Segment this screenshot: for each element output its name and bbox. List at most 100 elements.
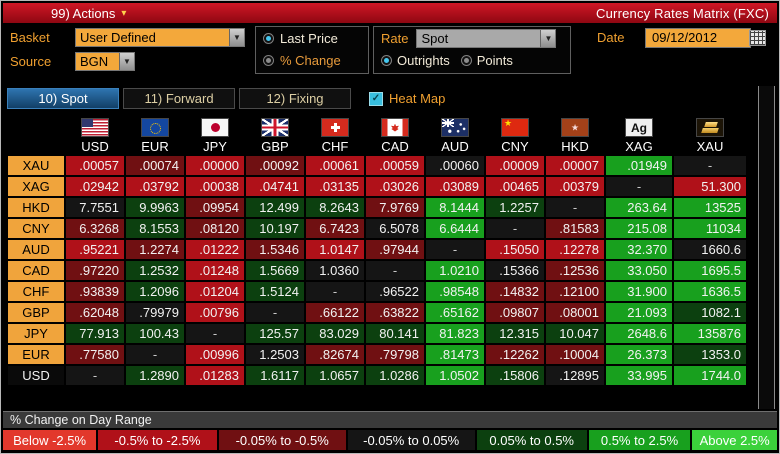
- matrix-cell[interactable]: 1082.1: [674, 303, 746, 322]
- matrix-cell[interactable]: 21.093: [606, 303, 672, 322]
- matrix-cell[interactable]: -: [246, 303, 304, 322]
- matrix-cell[interactable]: .04741: [246, 177, 304, 196]
- radio-selected-icon[interactable]: [381, 54, 392, 66]
- matrix-cell[interactable]: .81473: [426, 345, 484, 364]
- row-label-chf[interactable]: CHF: [8, 282, 64, 301]
- matrix-cell[interactable]: .82674: [306, 345, 364, 364]
- row-label-xau[interactable]: XAU: [8, 156, 64, 175]
- column-header-xau[interactable]: XAU: [674, 114, 746, 154]
- matrix-cell[interactable]: 31.900: [606, 282, 672, 301]
- matrix-cell[interactable]: .79979: [126, 303, 184, 322]
- matrix-cell[interactable]: 125.57: [246, 324, 304, 343]
- matrix-cell[interactable]: 8.1444: [426, 198, 484, 217]
- source-dropdown[interactable]: BGN ▼: [75, 52, 135, 71]
- matrix-cell[interactable]: 263.64: [606, 198, 672, 217]
- matrix-cell[interactable]: 1695.5: [674, 261, 746, 280]
- column-header-hkd[interactable]: ★ HKD: [546, 114, 604, 154]
- matrix-cell[interactable]: 10.047: [546, 324, 604, 343]
- matrix-cell[interactable]: .00465: [486, 177, 544, 196]
- matrix-cell[interactable]: .15050: [486, 240, 544, 259]
- matrix-cell[interactable]: .96522: [366, 282, 424, 301]
- matrix-cell[interactable]: .01283: [186, 366, 244, 385]
- matrix-cell[interactable]: .12262: [486, 345, 544, 364]
- matrix-cell[interactable]: 80.141: [366, 324, 424, 343]
- matrix-cell[interactable]: 9.9963: [126, 198, 184, 217]
- matrix-cell[interactable]: 1.0360: [306, 261, 364, 280]
- matrix-cell[interactable]: .08120: [186, 219, 244, 238]
- matrix-cell[interactable]: .00060: [426, 156, 484, 175]
- row-label-hkd[interactable]: HKD: [8, 198, 64, 217]
- matrix-cell[interactable]: 1.0286: [366, 366, 424, 385]
- matrix-cell[interactable]: 6.5078: [366, 219, 424, 238]
- matrix-cell[interactable]: 135876: [674, 324, 746, 343]
- matrix-cell[interactable]: 10.197: [246, 219, 304, 238]
- matrix-cell[interactable]: .00379: [546, 177, 604, 196]
- matrix-cell[interactable]: .00007: [546, 156, 604, 175]
- last-price-option[interactable]: Last Price: [256, 27, 368, 49]
- tab-forward[interactable]: 11) Forward: [123, 88, 235, 109]
- column-header-usd[interactable]: USD: [66, 114, 124, 154]
- date-input[interactable]: 09/12/2012: [645, 28, 751, 48]
- matrix-cell[interactable]: 11034: [674, 219, 746, 238]
- matrix-cell[interactable]: 12.315: [486, 324, 544, 343]
- matrix-cell[interactable]: 1.2503: [246, 345, 304, 364]
- column-header-xag[interactable]: Ag XAG: [606, 114, 672, 154]
- matrix-cell[interactable]: -: [606, 177, 672, 196]
- matrix-cell[interactable]: 1636.5: [674, 282, 746, 301]
- row-label-usd[interactable]: USD: [8, 366, 64, 385]
- matrix-cell[interactable]: .00059: [366, 156, 424, 175]
- matrix-cell[interactable]: .08001: [546, 303, 604, 322]
- matrix-cell[interactable]: .00057: [66, 156, 124, 175]
- matrix-cell[interactable]: .00009: [486, 156, 544, 175]
- matrix-cell[interactable]: .12100: [546, 282, 604, 301]
- matrix-cell[interactable]: 1.2096: [126, 282, 184, 301]
- radio-selected-icon[interactable]: [263, 32, 274, 44]
- matrix-cell[interactable]: .00061: [306, 156, 364, 175]
- matrix-cell[interactable]: .63822: [366, 303, 424, 322]
- matrix-cell[interactable]: .14832: [486, 282, 544, 301]
- matrix-cell[interactable]: 26.373: [606, 345, 672, 364]
- matrix-cell[interactable]: .03089: [426, 177, 484, 196]
- matrix-cell[interactable]: .98548: [426, 282, 484, 301]
- matrix-cell[interactable]: .81583: [546, 219, 604, 238]
- radio-unselected-icon[interactable]: [460, 54, 472, 66]
- matrix-cell[interactable]: 7.7551: [66, 198, 124, 217]
- matrix-cell[interactable]: 81.823: [426, 324, 484, 343]
- matrix-cell[interactable]: 77.913: [66, 324, 124, 343]
- matrix-cell[interactable]: 8.1553: [126, 219, 184, 238]
- matrix-cell[interactable]: 33.050: [606, 261, 672, 280]
- matrix-cell[interactable]: 1.2274: [126, 240, 184, 259]
- matrix-cell[interactable]: .10004: [546, 345, 604, 364]
- matrix-cell[interactable]: 6.6444: [426, 219, 484, 238]
- matrix-cell[interactable]: .15366: [486, 261, 544, 280]
- calendar-icon[interactable]: [749, 30, 766, 46]
- matrix-cell[interactable]: 1744.0: [674, 366, 746, 385]
- row-label-jpy[interactable]: JPY: [8, 324, 64, 343]
- column-header-jpy[interactable]: JPY: [186, 114, 244, 154]
- actions-button[interactable]: 99) Actions ▾: [3, 3, 140, 23]
- matrix-cell[interactable]: .03135: [306, 177, 364, 196]
- row-label-cad[interactable]: CAD: [8, 261, 64, 280]
- matrix-cell[interactable]: -: [546, 198, 604, 217]
- row-label-cny[interactable]: CNY: [8, 219, 64, 238]
- matrix-cell[interactable]: .12536: [546, 261, 604, 280]
- matrix-cell[interactable]: .01222: [186, 240, 244, 259]
- matrix-cell[interactable]: 33.995: [606, 366, 672, 385]
- matrix-cell[interactable]: .09807: [486, 303, 544, 322]
- matrix-cell[interactable]: .66122: [306, 303, 364, 322]
- matrix-cell[interactable]: -: [366, 261, 424, 280]
- column-header-aud[interactable]: AUD: [426, 114, 484, 154]
- matrix-cell[interactable]: .01949: [606, 156, 672, 175]
- matrix-cell[interactable]: .79798: [366, 345, 424, 364]
- basket-dropdown[interactable]: User Defined ▼: [75, 28, 245, 47]
- column-header-cad[interactable]: CAD: [366, 114, 424, 154]
- matrix-cell[interactable]: .00074: [126, 156, 184, 175]
- matrix-cell[interactable]: .00996: [186, 345, 244, 364]
- matrix-cell[interactable]: 51.300: [674, 177, 746, 196]
- matrix-cell[interactable]: .97220: [66, 261, 124, 280]
- matrix-cell[interactable]: -: [674, 156, 746, 175]
- matrix-cell[interactable]: 1.2890: [126, 366, 184, 385]
- matrix-cell[interactable]: 1353.0: [674, 345, 746, 364]
- dropdown-arrow-icon[interactable]: ▼: [229, 29, 244, 46]
- matrix-cell[interactable]: 1.0657: [306, 366, 364, 385]
